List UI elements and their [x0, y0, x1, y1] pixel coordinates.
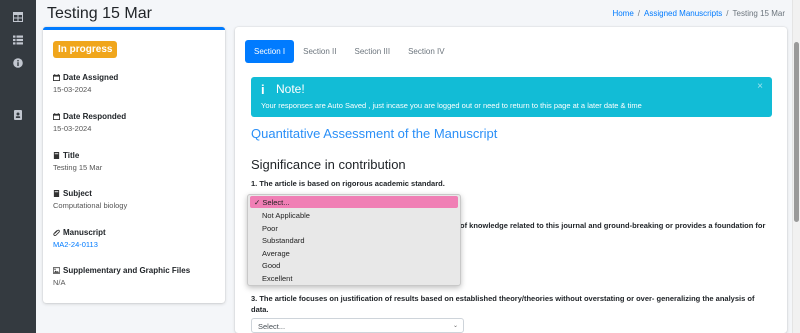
sidebar	[0, 0, 36, 333]
title-field: Title Testing 15 Mar	[53, 151, 102, 172]
manuscript-link[interactable]: MA2-24-0113	[53, 240, 106, 249]
close-icon[interactable]: ×	[757, 81, 763, 92]
tab-section-2[interactable]: Section II	[294, 40, 345, 63]
breadcrumb-home-link[interactable]: Home	[612, 9, 633, 18]
info-icon[interactable]	[13, 58, 23, 68]
section-tabs: Section I Section II Section III Section…	[245, 40, 454, 63]
question-3: 3. The article focuses on justification …	[251, 294, 755, 314]
breadcrumb-assigned-link[interactable]: Assigned Manuscripts	[644, 9, 722, 18]
dropdown-option-substandard[interactable]: Substandard	[250, 234, 458, 246]
subject-label: Subject	[63, 189, 92, 198]
breadcrumb: Home / Assigned Manuscripts / Testing 15 Mar	[612, 9, 785, 18]
date-assigned-label: Date Assigned	[63, 73, 119, 82]
dropdown-option-average[interactable]: Average	[250, 247, 458, 259]
scrollbar-thumb[interactable]	[794, 42, 799, 222]
calendar-icon	[53, 74, 60, 81]
question-2: of knowledge related to this journal and…	[460, 221, 766, 230]
supplementary-files-label: Supplementary and Graphic Files	[63, 266, 191, 275]
check-icon: ✓	[254, 198, 261, 207]
tab-section-3[interactable]: Section III	[346, 40, 400, 63]
subject-field: Subject Computational biology	[53, 189, 127, 210]
alert-title: Note!	[276, 82, 305, 96]
subsection-title: Significance in contribution	[251, 157, 406, 172]
book-icon	[53, 190, 60, 197]
date-responded-label: Date Responded	[63, 112, 127, 121]
title-value: Testing 15 Mar	[53, 163, 103, 172]
page-scrollbar[interactable]	[792, 0, 800, 333]
dropdown-option-not-applicable[interactable]: Not Applicable	[250, 209, 458, 221]
dropdown-option-excellent[interactable]: Excellent	[250, 272, 458, 284]
date-responded-field: Date Responded 15-03-2024	[53, 112, 126, 133]
date-assigned-field: Date Assigned 15-03-2024	[53, 73, 118, 94]
section-title: Quantitative Assessment of the Manuscrip…	[251, 126, 498, 141]
manuscript-info-card: In progress Date Assigned 15-03-2024 Dat…	[43, 27, 225, 303]
list-icon[interactable]	[13, 35, 23, 45]
question-1: 1. The article is based on rigorous acad…	[251, 179, 445, 188]
status-badge: In progress	[53, 41, 118, 58]
assessment-card: Section I Section II Section III Section…	[235, 27, 787, 333]
dropdown-option-select[interactable]: ✓ Select...	[250, 196, 458, 208]
supplementary-files-value: N/A	[53, 278, 66, 287]
tab-section-4[interactable]: Section IV	[399, 40, 453, 63]
page-header: Testing 15 Mar Home / Assigned Manuscripts…	[36, 0, 792, 28]
dropdown-option-good[interactable]: Good	[250, 259, 458, 271]
contact-card-icon[interactable]	[13, 110, 23, 120]
question-3-select[interactable]: Select... ⌄	[251, 318, 464, 333]
breadcrumb-separator: /	[637, 9, 641, 18]
manuscript-label: Manuscript	[63, 228, 106, 237]
title-label: Title	[63, 151, 80, 160]
dropdown-option-poor[interactable]: Poor	[250, 222, 458, 234]
breadcrumb-separator: /	[726, 9, 729, 18]
supplementary-files-field: Supplementary and Graphic Files N/A	[53, 266, 190, 287]
date-assigned-value: 15-03-2024	[53, 85, 92, 94]
page-title: Testing 15 Mar	[47, 5, 152, 22]
calendar-icon	[53, 113, 60, 120]
image-icon	[53, 267, 60, 274]
info-icon: i	[261, 82, 265, 97]
paperclip-icon	[53, 229, 60, 236]
date-responded-value: 15-03-2024	[53, 124, 92, 133]
question-1-dropdown[interactable]: ✓ Select... Not Applicable Poor Substand…	[247, 194, 461, 286]
autosave-alert: i Note! Your responses are Auto Saved , …	[251, 77, 772, 117]
subject-value: Computational biology	[53, 201, 128, 210]
alert-text: Your responses are Auto Saved , just inc…	[261, 101, 642, 110]
table-icon[interactable]	[13, 12, 23, 22]
tab-section-1[interactable]: Section I	[245, 40, 295, 63]
manuscript-field: Manuscript MA2-24-0113	[53, 228, 106, 249]
book-icon	[53, 152, 60, 159]
chevron-down-icon: ⌄	[452, 323, 458, 329]
select-value: Select...	[258, 322, 286, 331]
breadcrumb-current: Testing 15 Mar	[732, 9, 785, 18]
